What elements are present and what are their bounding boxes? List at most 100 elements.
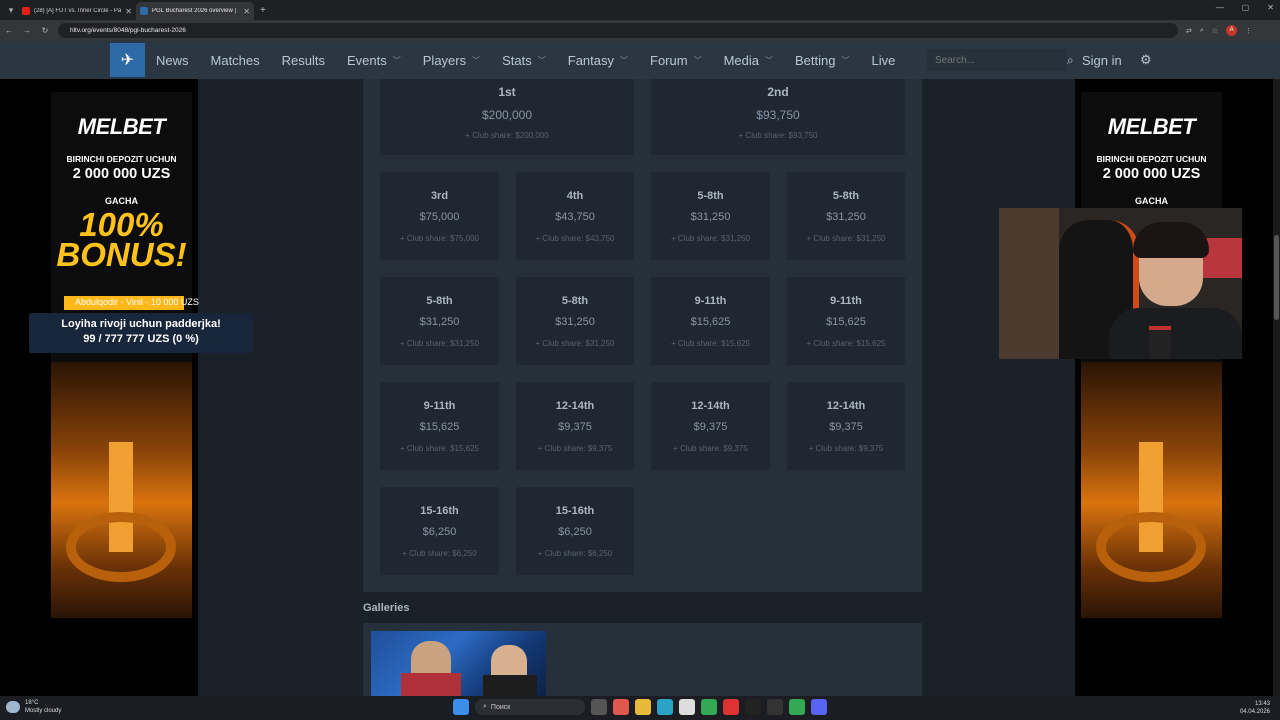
close-window-icon[interactable]: ✕: [1267, 3, 1274, 12]
file-explorer-icon[interactable]: [635, 699, 651, 715]
sign-in-link[interactable]: Sign in: [1082, 53, 1122, 68]
system-clock[interactable]: 13:43 04.04.2026: [1240, 700, 1270, 716]
chevron-down-icon: ﹀: [693, 55, 702, 65]
prize-club-share: + Club share: $15,625: [400, 444, 479, 453]
galleries-heading: Galleries: [363, 602, 410, 614]
nav-item-betting[interactable]: Betting ﹀: [795, 53, 849, 68]
close-tab-icon[interactable]: ✕: [125, 7, 132, 16]
browser-tab-1[interactable]: PGL Bucharest 2026 overview | ✕: [136, 2, 254, 20]
tab-title: PGL Bucharest 2026 overview |: [152, 8, 237, 14]
gear-icon[interactable]: ⚙: [1140, 52, 1152, 68]
prize-card: 12-14th $9,375 + Club share: $9,375: [787, 382, 905, 470]
weather-widget[interactable]: 18°C Mostly cloudy: [6, 699, 61, 715]
url-field[interactable]: hltv.org/events/8048/pgl-bucharest-2026: [58, 23, 1178, 38]
donation-notice: Abdulqodir - Vinil - 10 000 UZS: [75, 297, 199, 307]
nav-item-media[interactable]: Media ﹀: [724, 53, 773, 68]
chevron-down-icon: ﹀: [841, 55, 850, 65]
discord-icon[interactable]: [811, 699, 827, 715]
search-icon[interactable]: ⌕: [1067, 53, 1074, 68]
prize-amount: $93,750: [756, 108, 800, 122]
ad-text: GACHA: [1135, 196, 1168, 206]
forward-icon[interactable]: →: [18, 26, 36, 35]
nav-item-label: Stats: [502, 52, 532, 68]
nav-item-label: Forum: [650, 52, 688, 68]
prize-amount: $31,250: [555, 316, 595, 328]
donation-goal-title: Loyiha rivoji uchun padderjka!: [61, 318, 221, 330]
prize-card: 15-16th $6,250 + Club share: $6,250: [516, 487, 634, 575]
prize-card: 12-14th $9,375 + Club share: $9,375: [651, 382, 770, 470]
app-icon[interactable]: [613, 699, 629, 715]
scrollbar-thumb[interactable]: [1274, 235, 1279, 320]
nav-item-forum[interactable]: Forum ﹀: [650, 53, 702, 68]
nav-item-label: Fantasy: [567, 52, 614, 68]
profile-avatar[interactable]: A: [1226, 25, 1238, 36]
prize-card: 9-11th $15,625 + Club share: $15,625: [651, 277, 770, 365]
reload-icon[interactable]: ↻: [36, 26, 54, 35]
nav-item-results[interactable]: Results: [282, 53, 325, 68]
prize-club-share: + Club share: $31,250: [535, 339, 615, 348]
windows-start-icon[interactable]: [453, 699, 469, 715]
ad-artwork-ring: [66, 512, 176, 582]
ad-artwork-image: [51, 362, 192, 618]
nav-item-live[interactable]: Live: [871, 53, 895, 68]
prize-place: 12-14th: [691, 400, 730, 412]
chrome-icon[interactable]: [789, 699, 805, 715]
nav-item-players[interactable]: Players ﹀: [423, 53, 480, 68]
search-icon: ⌕: [483, 703, 487, 710]
nav-menu: News Matches Results Events ﹀ Players ﹀ St…: [156, 41, 895, 79]
maximize-icon[interactable]: ▢: [1242, 3, 1250, 12]
tab-list-icon[interactable]: ▾: [4, 3, 18, 17]
prize-amount: $31,250: [826, 211, 866, 223]
left-ad-banner[interactable]: MELBET BIRINCHI DEPOZIT UCHUN 2 000 000 …: [51, 92, 192, 618]
clock-date: 04.04.2026: [1239, 709, 1270, 715]
scrollbar[interactable]: [1273, 79, 1280, 696]
search-input[interactable]: [927, 54, 1067, 66]
prize-amount: $75,000: [419, 211, 460, 223]
ad-text: 2 000 000 UZS: [1102, 166, 1201, 182]
prize-place: 5-8th: [697, 190, 724, 202]
nav-item-label: Media: [723, 52, 759, 68]
prize-place: 12-14th: [555, 400, 595, 412]
nav-item-matches[interactable]: Matches: [211, 53, 260, 68]
ad-text: 2 000 000 UZS: [72, 166, 171, 182]
prize-amount: $9,375: [829, 421, 863, 433]
weather-temp: 18°C: [25, 700, 39, 706]
back-icon[interactable]: ←: [0, 26, 18, 35]
ad-text: BIRINCHI DEPOZIT UCHUN: [1096, 154, 1207, 164]
obs-icon[interactable]: [767, 699, 783, 715]
store-icon[interactable]: [679, 699, 695, 715]
nav-item-label: Betting: [794, 52, 836, 68]
prize-club-share: + Club share: $31,250: [806, 234, 886, 243]
nav-item-fantasy[interactable]: Fantasy ﹀: [568, 53, 628, 68]
yandex-icon[interactable]: [723, 699, 739, 715]
chevron-down-icon: ﹀: [620, 55, 628, 65]
weather-desc: Mostly cloudy: [25, 708, 62, 714]
prize-card-2nd: 2nd $93,750 + Club share: $93,750: [651, 79, 905, 155]
minimize-icon[interactable]: —: [1216, 3, 1224, 12]
task-view-icon[interactable]: [591, 699, 607, 715]
bookmark-star-icon[interactable]: ☆: [1212, 27, 1218, 35]
nav-item-label: News: [156, 52, 189, 68]
nav-item-news[interactable]: News: [156, 53, 189, 68]
hltv-logo-icon[interactable]: ✈: [110, 43, 145, 77]
translate-icon[interactable]: ⇄: [1186, 27, 1192, 35]
ad-brand-logo: MELBET: [1107, 114, 1196, 139]
gallery-thumbnail[interactable]: [371, 631, 546, 696]
nav-item-label: Live: [871, 52, 896, 68]
nav-item-events[interactable]: Events ﹀: [347, 53, 401, 68]
menu-dots-icon[interactable]: ⋮: [1245, 27, 1252, 35]
prize-card: 5-8th $31,250 + Club share: $31,250: [651, 172, 770, 260]
taskbar-search[interactable]: ⌕ Поиск: [475, 699, 585, 715]
edge-icon[interactable]: [657, 699, 673, 715]
browser-tab-bar: ▾ (28) [A] FUT vs. Inner Circle - Pa ✕ P…: [0, 0, 1280, 20]
close-tab-icon[interactable]: ✕: [243, 7, 250, 16]
prize-card: 9-11th $15,625 + Club share: $15,625: [787, 277, 905, 365]
prize-club-share: + Club share: $93,750: [738, 131, 818, 140]
prize-amount: $200,000: [481, 108, 533, 122]
zoom-icon[interactable]: ⌕: [1200, 27, 1204, 35]
app-icon[interactable]: [745, 699, 761, 715]
nav-item-stats[interactable]: Stats ﹀: [502, 53, 546, 68]
browser-tab-0[interactable]: (28) [A] FUT vs. Inner Circle - Pa ✕: [18, 2, 136, 20]
chrome-icon[interactable]: [701, 699, 717, 715]
new-tab-icon[interactable]: +: [260, 5, 266, 16]
